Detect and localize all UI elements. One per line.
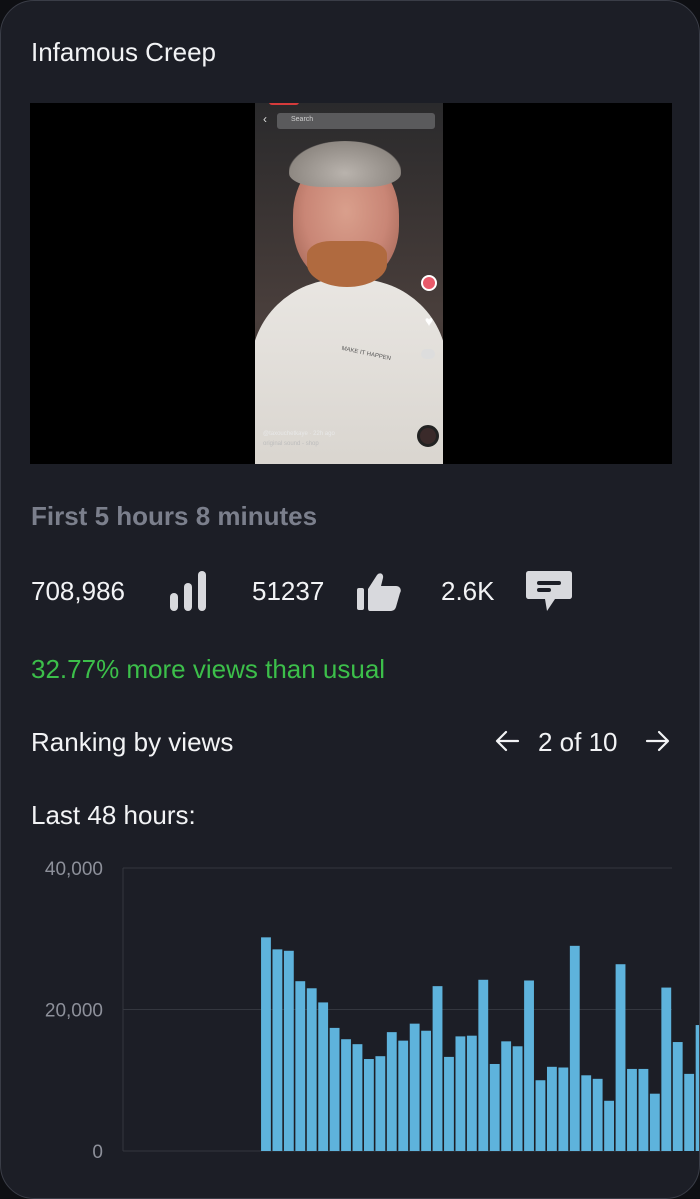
bar-chart-icon [170,571,206,611]
chart-bar[interactable] [489,1063,500,1151]
chart-bar[interactable] [432,986,443,1151]
chart-bar[interactable] [341,1039,351,1151]
comments-count: 2.6K [441,576,495,606]
chart-bar[interactable] [501,1041,512,1151]
y-tick-label: 40,000 [45,859,103,880]
chart-bar[interactable] [569,945,580,1151]
video-title[interactable]: Infamous Creep [31,37,216,68]
views-bar-chart: 0 20,000 40,000 [45,859,700,1163]
chart-bar[interactable] [272,949,283,1151]
hoodie-text: MAKE IT HAPPEN [340,345,392,363]
chart-bar[interactable] [672,1042,683,1151]
views-count: 708,986 [31,576,125,606]
ranking-value: 2 of 10 [538,727,618,757]
video-caption-user: @taxouchetkaye · 22h ago [263,431,335,437]
comment-icon [526,571,572,611]
chart-bar[interactable] [535,1080,546,1151]
live-badge [269,103,299,105]
chart-bar[interactable] [615,964,626,1151]
chart-bar[interactable] [386,1032,397,1151]
chart-bar[interactable] [444,1056,454,1151]
chart-bar[interactable] [409,1023,420,1151]
chart-bar[interactable] [421,1030,432,1151]
chart-bar[interactable] [306,988,317,1151]
search-bar: Search [277,113,435,129]
chart-bar[interactable] [318,1002,329,1151]
chart-bar[interactable] [375,1056,386,1151]
y-tick-label: 0 [92,1142,103,1163]
y-tick-label: 20,000 [45,1001,103,1022]
chart-bar[interactable] [649,1093,660,1151]
person-beard [307,241,387,287]
chart-bar[interactable] [466,1035,477,1151]
chart-heading: Last 48 hours: [31,800,196,830]
arrow-right-icon[interactable] [643,727,671,759]
arrow-left-icon[interactable] [494,727,522,759]
creator-avatar-icon [421,275,437,291]
chart-bar[interactable] [478,979,489,1151]
search-placeholder: Search [291,116,314,123]
chart-bar[interactable] [661,987,672,1151]
chart-bar[interactable] [558,1067,569,1151]
chart-bar[interactable] [261,937,271,1151]
chart-bar[interactable] [695,1025,700,1151]
chart-bar[interactable] [592,1078,603,1151]
time-period-label: First 5 hours 8 minutes [31,501,318,531]
back-icon: ‹ [263,112,267,126]
ranking-label: Ranking by views [31,727,234,757]
chart-bar[interactable] [512,1046,523,1151]
video-caption-sound: original sound - shop [263,441,319,447]
chart-bar[interactable] [604,1100,615,1151]
chart-bar[interactable] [283,950,294,1151]
likes-count: 51237 [252,576,325,606]
chart-bar[interactable] [363,1059,374,1151]
chart-bar[interactable] [352,1044,363,1151]
video-thumbnail[interactable]: ‹ Search MAKE IT HAPPEN ♥ @taxouchetkaye… [30,103,672,464]
chart-bar[interactable] [524,980,534,1151]
chart-bar[interactable] [581,1075,592,1151]
chart-bar[interactable] [398,1040,409,1151]
person-hair [289,141,401,187]
chart-bar[interactable] [455,1036,466,1151]
chart-bar[interactable] [627,1068,637,1151]
music-disc-icon [417,425,439,447]
thumbs-up-icon [357,573,401,611]
video-stats-card: Infamous Creep ‹ Search MAKE IT HAPPEN ♥… [0,0,700,1199]
chart-bar[interactable] [329,1027,340,1151]
comment-bubble-icon [421,349,435,359]
performance-comparison: 32.77% more views than usual [31,654,386,684]
chart-bar[interactable] [295,981,306,1151]
chart-bar[interactable] [546,1066,557,1151]
phone-screenshot: ‹ Search MAKE IT HAPPEN ♥ @taxouchetkaye… [255,103,443,464]
heart-icon: ♥ [424,313,434,329]
chart-bar[interactable] [684,1073,695,1151]
chart-bar[interactable] [638,1068,649,1151]
